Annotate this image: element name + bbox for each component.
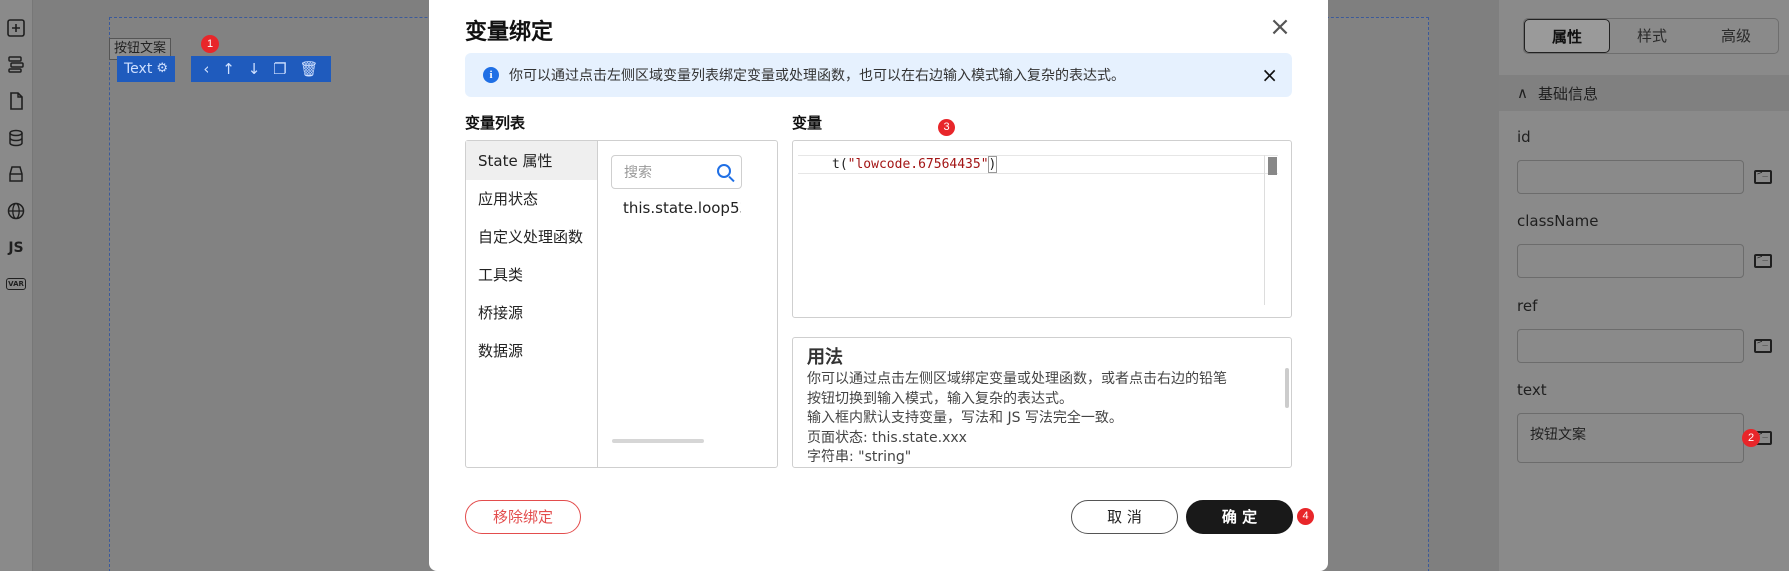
annotation-badge-3: 3	[938, 119, 955, 136]
editor-scrollbar[interactable]	[1264, 155, 1278, 305]
database-icon[interactable]	[5, 127, 27, 149]
js-icon[interactable]: JS	[5, 237, 27, 259]
code-suffix: )	[987, 156, 998, 173]
category-item[interactable]: 自定义处理函数	[466, 218, 600, 256]
chevron-up-icon: ∧	[1517, 84, 1528, 102]
copy-icon[interactable]: ❐	[273, 60, 286, 78]
code-text[interactable]: t("lowcode.67564435")	[832, 156, 998, 173]
settings-panel: 属性 样式 高级 ∧ 基础信息 id className ref text 按钮…	[1499, 0, 1789, 571]
variable-list: State 属性 应用状态 自定义处理函数 工具类 桥接源 数据源 搜索 thi…	[465, 140, 778, 468]
usage-line: 按钮切换到输入模式，输入复杂的表达式。	[807, 390, 1073, 407]
left-toolbar: JS VAR	[0, 0, 33, 571]
category-item[interactable]: 桥接源	[466, 294, 597, 332]
dialog-title: 变量绑定	[465, 20, 554, 45]
alert-close-icon[interactable]: ×	[1261, 63, 1278, 87]
code-line: t("lowcode.67564435")	[798, 155, 1278, 174]
field-label-id: id	[1517, 128, 1531, 146]
text-input[interactable]: 按钮文案	[1517, 413, 1744, 463]
ref-input[interactable]	[1517, 329, 1744, 363]
variable-title: 变量	[792, 114, 823, 132]
horizontal-scrollbar[interactable]	[612, 439, 704, 443]
usage-title: 用法	[807, 347, 843, 368]
confirm-button[interactable]: 确 定	[1186, 500, 1293, 534]
classname-input[interactable]	[1517, 244, 1744, 278]
add-icon[interactable]	[5, 17, 27, 39]
tab-advanced[interactable]: 高级	[1694, 19, 1778, 53]
category-list: State 属性 应用状态 自定义处理函数 工具类 桥接源 数据源	[466, 141, 598, 467]
page-icon[interactable]	[5, 90, 27, 112]
search-icon[interactable]	[717, 164, 731, 178]
category-item[interactable]: 数据源	[466, 332, 597, 370]
section-title: 基础信息	[1537, 84, 1598, 103]
code-string: "lowcode.67564435"	[847, 157, 989, 172]
gear-icon[interactable]: ⚙	[156, 56, 168, 82]
var-icon[interactable]: VAR	[5, 273, 27, 295]
component-name: Text	[124, 61, 153, 77]
trash-icon[interactable]: 🗑	[299, 60, 318, 78]
var-icon-label: VAR	[6, 278, 26, 290]
field-label-text: text	[1517, 381, 1547, 399]
expression-toggle-icon[interactable]	[1754, 168, 1772, 184]
settings-tabs: 属性 样式 高级	[1523, 18, 1779, 54]
variable-item[interactable]: this.state.loop53	[623, 199, 741, 217]
cancel-button[interactable]: 取 消	[1071, 500, 1178, 534]
info-alert: i 你可以通过点击左侧区域变量列表绑定变量或处理函数，也可以在右边输入模式输入复…	[465, 53, 1292, 97]
expression-toggle-icon[interactable]	[1754, 252, 1772, 268]
info-icon: i	[483, 67, 499, 83]
annotation-badge-4: 4	[1297, 508, 1314, 525]
id-input[interactable]	[1517, 160, 1744, 194]
component-name-tag[interactable]: Text ⚙	[117, 56, 175, 82]
expression-editor[interactable]: t("lowcode.67564435")	[792, 140, 1292, 318]
usage-line: 页面状态: this.state.xxx	[807, 429, 967, 446]
component-action-bar: ‹ ↑ ↓ ❐ 🗑	[191, 56, 331, 82]
category-item[interactable]: 工具类	[466, 256, 597, 294]
field-label-ref: ref	[1517, 297, 1538, 315]
usage-line: 输入框内默认支持变量，写法和 JS 写法完全一致。	[807, 410, 1123, 426]
field-label-classname: className	[1517, 212, 1599, 230]
arrow-down-icon[interactable]: ↓	[248, 60, 261, 78]
annotation-badge-2: 2	[1742, 429, 1760, 447]
usage-scrollbar[interactable]	[1285, 368, 1289, 408]
category-item[interactable]: State 属性	[466, 141, 597, 180]
variable-binding-dialog: 变量绑定 × i 你可以通过点击左侧区域变量列表绑定变量或处理函数，也可以在右边…	[429, 0, 1328, 571]
globe-icon[interactable]	[5, 200, 27, 222]
code-prefix: t(	[832, 157, 848, 172]
search-placeholder: 搜索	[624, 165, 652, 181]
usage-line: 字符串: "string"	[807, 449, 912, 465]
remove-binding-button[interactable]: 移除绑定	[465, 500, 581, 534]
usage-help: 用法 你可以通过点击左侧区域绑定变量或处理函数，或者点击右边的铅笔 按钮切换到输…	[792, 337, 1292, 468]
search-input[interactable]: 搜索	[611, 155, 742, 189]
arrow-up-icon[interactable]: ↑	[222, 60, 235, 78]
annotation-badge-1: 1	[201, 35, 219, 53]
tab-properties[interactable]: 属性	[1524, 19, 1610, 53]
close-icon[interactable]: ×	[1267, 14, 1293, 40]
category-item[interactable]: 应用状态	[466, 180, 597, 218]
tab-style[interactable]: 样式	[1610, 19, 1694, 53]
chevron-left-icon[interactable]: ‹	[203, 60, 209, 78]
section-basic-info[interactable]: ∧ 基础信息	[1499, 75, 1789, 111]
variable-list-title: 变量列表	[465, 114, 526, 132]
outline-icon[interactable]	[5, 53, 27, 75]
component-icon[interactable]	[5, 163, 27, 185]
usage-line: 你可以通过点击左侧区域绑定变量或处理函数，或者点击右边的铅笔	[807, 371, 1227, 387]
expression-toggle-icon[interactable]	[1754, 337, 1772, 353]
info-text: 你可以通过点击左侧区域变量列表绑定变量或处理函数，也可以在右边输入模式输入复杂的…	[509, 68, 1125, 84]
